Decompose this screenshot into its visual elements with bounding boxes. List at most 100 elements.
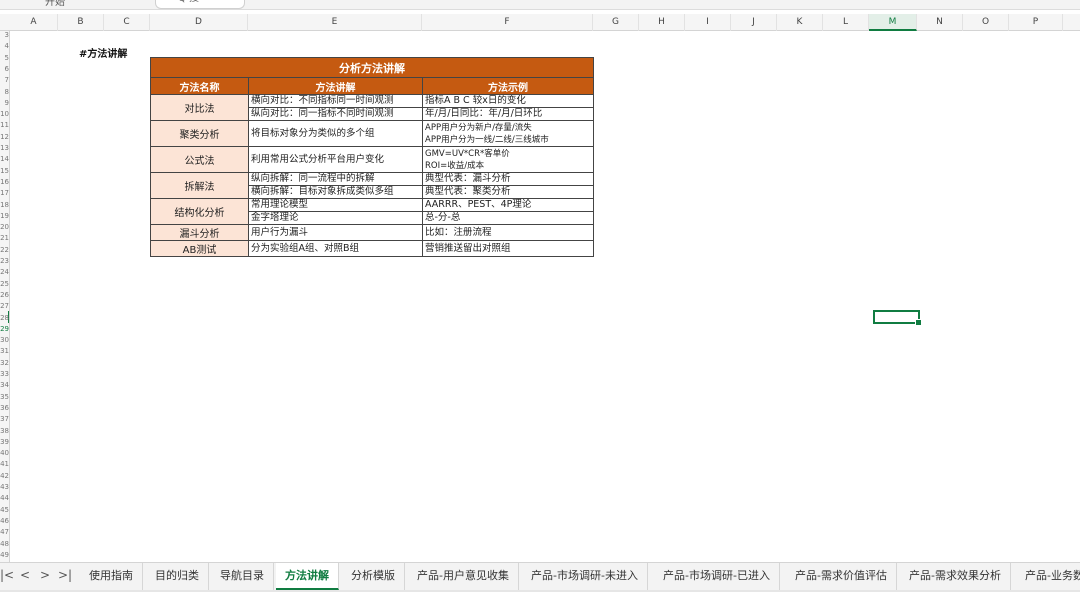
sheet-tab[interactable]: 产品-需求价值评估 — [786, 563, 897, 590]
row-number[interactable]: 4 — [0, 42, 9, 50]
row-number[interactable]: 46 — [0, 517, 9, 525]
row-number[interactable]: 23 — [0, 257, 9, 265]
column-header-n[interactable]: N — [917, 14, 963, 31]
column-header-a[interactable]: A — [10, 14, 58, 31]
row-number[interactable]: 3 — [0, 31, 9, 39]
row-number[interactable]: 26 — [0, 291, 9, 299]
row-number[interactable]: 28 — [0, 314, 9, 322]
column-header-e[interactable]: E — [248, 14, 422, 31]
method-example-cell[interactable]: 营销推送留出对照组 — [422, 240, 594, 257]
row-number[interactable]: 27 — [0, 302, 9, 310]
method-explain-cell[interactable]: 用户行为漏斗 — [248, 224, 423, 241]
sheet-tab[interactable]: 产品-用户意见收集 — [408, 563, 519, 590]
method-example-cell[interactable]: 年/月/日同比：年/月/日环比 — [422, 107, 594, 121]
row-number[interactable]: 30 — [0, 336, 9, 344]
method-example-cell[interactable]: APP用户分为新户/存量/流失 APP用户分为一线/二线/三线城市 — [422, 120, 594, 147]
column-header-b[interactable]: B — [58, 14, 104, 31]
row-number[interactable]: 18 — [0, 201, 9, 209]
method-example-cell[interactable]: 总-分-总 — [422, 211, 594, 225]
method-name-cell[interactable]: 漏斗分析 — [150, 224, 249, 241]
column-header-l[interactable]: L — [823, 14, 869, 31]
row-number[interactable]: 45 — [0, 506, 9, 514]
method-explain-cell[interactable]: 利用常用公式分析平台用户变化 — [248, 146, 423, 173]
row-number[interactable]: 13 — [0, 144, 9, 152]
method-explain-cell[interactable]: 横向拆解：目标对象拆成类似多组 — [248, 185, 423, 199]
method-name-cell[interactable]: 公式法 — [150, 146, 249, 173]
row-number[interactable]: 39 — [0, 438, 9, 446]
row-number[interactable]: 31 — [0, 347, 9, 355]
method-example-cell[interactable]: GMV=UV*CR*客单价 ROI=收益/成本 — [422, 146, 594, 173]
row-number[interactable]: 44 — [0, 494, 9, 502]
first-sheet-icon[interactable]: |< — [0, 568, 14, 582]
row-number[interactable]: 14 — [0, 155, 9, 163]
method-example-cell[interactable]: 典型代表：漏斗分析 — [422, 172, 594, 186]
method-name-cell[interactable]: 结构化分析 — [150, 198, 249, 225]
sheet-tab[interactable]: 方法讲解 — [276, 563, 339, 590]
row-number[interactable]: 35 — [0, 393, 9, 401]
column-header-p[interactable]: P — [1009, 14, 1063, 31]
row-number[interactable]: 11 — [0, 121, 9, 129]
sheet-tab[interactable]: 产品-需求效果分析 — [900, 563, 1011, 590]
column-header-m[interactable]: M — [869, 14, 917, 31]
row-number[interactable]: 20 — [0, 223, 9, 231]
row-number[interactable]: 5 — [0, 54, 9, 62]
row-number[interactable]: 34 — [0, 381, 9, 389]
column-header-o[interactable]: O — [963, 14, 1009, 31]
method-example-cell[interactable]: 典型代表：聚类分析 — [422, 185, 594, 199]
method-example-cell[interactable]: 指标A B C 较x日的变化 — [422, 94, 594, 108]
row-number[interactable]: 32 — [0, 359, 9, 367]
sheet-tab[interactable]: 分析模版 — [342, 563, 405, 590]
row-number[interactable]: 24 — [0, 268, 9, 276]
row-number[interactable]: 25 — [0, 280, 9, 288]
row-number[interactable]: 47 — [0, 528, 9, 536]
search-box[interactable]: Q 搜 — [155, 0, 245, 9]
method-name-cell[interactable]: 拆解法 — [150, 172, 249, 199]
method-explain-cell[interactable]: 分为实验组A组、对照B组 — [248, 240, 423, 257]
row-number[interactable]: 22 — [0, 246, 9, 254]
column-header-g[interactable]: G — [593, 14, 639, 31]
method-explain-cell[interactable]: 将目标对象分为类似的多个组 — [248, 120, 423, 147]
row-number[interactable]: 49 — [0, 551, 9, 559]
row-number[interactable]: 42 — [0, 472, 9, 480]
row-number[interactable]: 9 — [0, 99, 9, 107]
sheet-tab[interactable]: 导航目录 — [211, 563, 274, 590]
method-explain-cell[interactable]: 常用理论模型 — [248, 198, 423, 212]
row-number[interactable]: 43 — [0, 483, 9, 491]
column-header-d[interactable]: D — [150, 14, 248, 31]
selected-cell[interactable] — [873, 310, 922, 326]
column-header-j[interactable]: J — [731, 14, 777, 31]
sheet-tab[interactable]: 产品-市场调研-未进入 — [522, 563, 648, 590]
method-explain-cell[interactable]: 纵向拆解：同一流程中的拆解 — [248, 172, 423, 186]
method-explain-cell[interactable]: 纵向对比：同一指标不同时间观测 — [248, 107, 423, 121]
sheet-tab[interactable]: 产品-市场调研-已进入 — [654, 563, 780, 590]
row-number[interactable]: 33 — [0, 370, 9, 378]
row-number[interactable]: 48 — [0, 540, 9, 548]
row-number[interactable]: 21 — [0, 234, 9, 242]
row-number[interactable]: 6 — [0, 65, 9, 73]
row-number[interactable]: 37 — [0, 415, 9, 423]
ribbon-tab-label[interactable]: 开始 — [45, 0, 65, 8]
next-sheet-icon[interactable]: > — [40, 568, 50, 582]
row-number[interactable]: 29 — [0, 325, 9, 333]
sheet-tab[interactable]: 目的归类 — [146, 563, 209, 590]
row-number[interactable]: 19 — [0, 212, 9, 220]
last-sheet-icon[interactable]: >| — [58, 568, 72, 582]
row-number[interactable]: 38 — [0, 427, 9, 435]
method-explain-cell[interactable]: 金字塔理论 — [248, 211, 423, 225]
column-header-c[interactable]: C — [104, 14, 150, 31]
row-number[interactable]: 10 — [0, 110, 9, 118]
row-number[interactable]: 8 — [0, 88, 9, 96]
method-name-cell[interactable]: 聚类分析 — [150, 120, 249, 147]
method-explain-cell[interactable]: 横向对比：不同指标同一时间观测 — [248, 94, 423, 108]
column-header-h[interactable]: H — [639, 14, 685, 31]
table-header-cell[interactable]: 方法示例 — [422, 77, 594, 95]
column-header-i[interactable]: I — [685, 14, 731, 31]
row-number[interactable]: 40 — [0, 449, 9, 457]
row-number[interactable]: 12 — [0, 133, 9, 141]
row-number[interactable]: 16 — [0, 178, 9, 186]
row-number[interactable]: 17 — [0, 189, 9, 197]
method-name-cell[interactable]: AB测试 — [150, 240, 249, 257]
method-example-cell[interactable]: AARRR、PEST、4P理论 — [422, 198, 594, 212]
table-header-cell[interactable]: 方法讲解 — [248, 77, 423, 95]
prev-sheet-icon[interactable]: < — [20, 568, 30, 582]
